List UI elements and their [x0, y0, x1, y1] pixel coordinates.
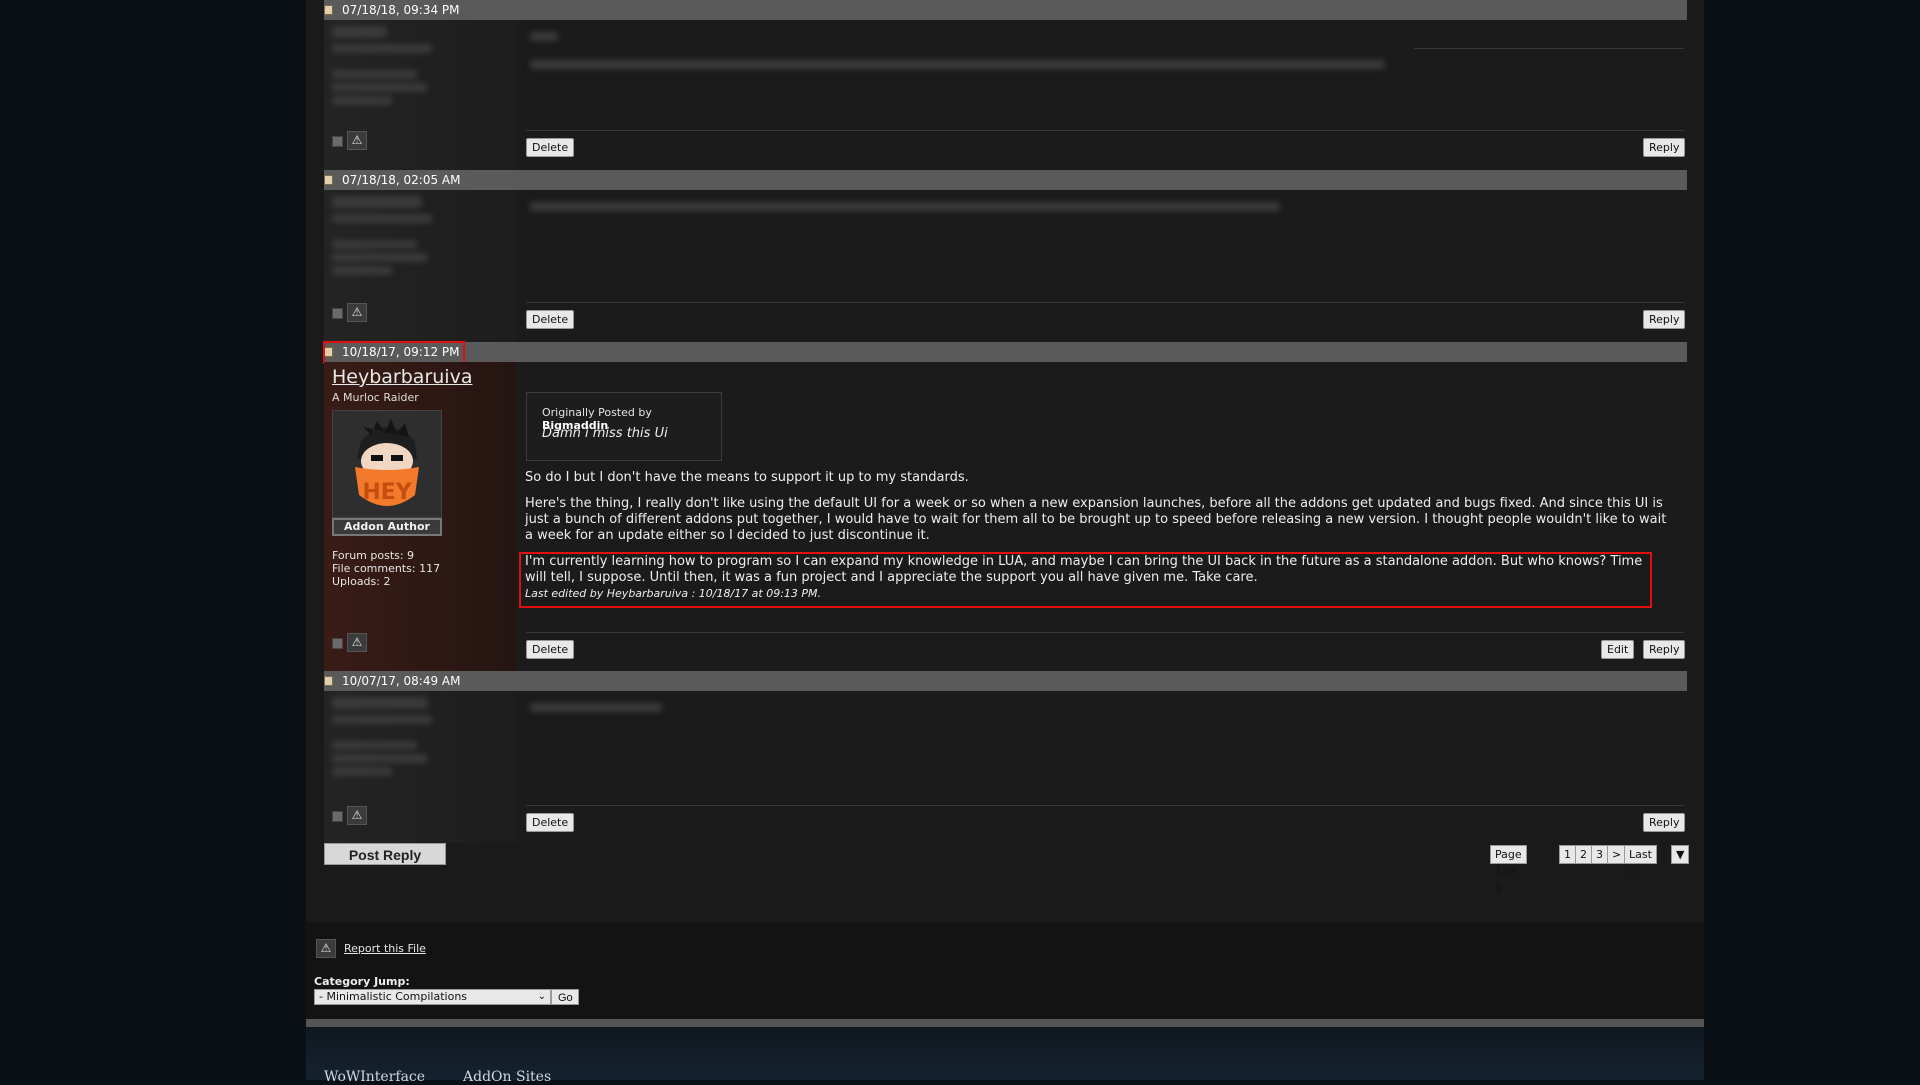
- report-warning-icon[interactable]: ⚠: [316, 939, 336, 958]
- reply-button[interactable]: Reply: [1643, 138, 1686, 157]
- report-warning-icon[interactable]: ⚠: [347, 633, 367, 652]
- page-info: Page 1 of 9: [1490, 845, 1527, 895]
- page-menu-icon[interactable]: ▼: [1671, 845, 1690, 864]
- page-link-2[interactable]: 2: [1575, 845, 1592, 864]
- message-column: Delete Reply: [516, 190, 1687, 342]
- page-container: 07/18/18, 09:34 PM ⚠ Delete Reply 07/18/…: [306, 0, 1704, 1085]
- comment-post: 07/18/18, 09:34 PM ⚠ Delete Reply: [324, 0, 1687, 170]
- chevron-down-icon: ⌄: [537, 991, 546, 1002]
- divider: [1414, 48, 1684, 49]
- delete-button[interactable]: Delete: [526, 640, 575, 659]
- delete-button[interactable]: Delete: [526, 138, 575, 157]
- message-column: Originally Posted by Bigmaddin Damn i mi…: [516, 362, 1687, 671]
- quote-prefix: Originally Posted by: [542, 406, 652, 419]
- comment-post: 10/18/17, 09:12 PM Heybarbaruiva A Murlo…: [323, 341, 1687, 671]
- post-header: 10/18/17, 09:12 PM: [324, 342, 1687, 362]
- select-checkbox[interactable]: [332, 638, 343, 649]
- avatar-image: HEY: [333, 411, 441, 517]
- blurred-stats: [332, 96, 392, 105]
- blurred-user-title: [332, 44, 432, 53]
- page-link-3[interactable]: 3: [1591, 845, 1608, 864]
- quote-text: Damn i miss this Ui: [542, 426, 668, 441]
- blurred-stats: [332, 70, 417, 79]
- blurred-stats: [332, 266, 392, 275]
- category-select[interactable]: - Minimalistic Compilations ⌄: [314, 989, 551, 1005]
- report-warning-icon[interactable]: ⚠: [347, 131, 367, 150]
- page-link-1[interactable]: 1: [1559, 845, 1576, 864]
- user-stats: Forum posts: 9 File comments: 117 Upload…: [332, 549, 440, 588]
- blurred-message: [530, 60, 1385, 69]
- user-title: A Murloc Raider: [332, 391, 419, 404]
- divider: [526, 805, 1684, 806]
- reply-button[interactable]: Reply: [1643, 310, 1686, 329]
- comment-post: 10/07/17, 08:49 AM ⚠ Delete Reply: [324, 671, 1687, 843]
- footer-divider: [306, 1019, 1704, 1027]
- file-comments-count: File comments: 117: [332, 562, 441, 575]
- select-checkbox[interactable]: [332, 308, 343, 319]
- divider: [526, 130, 1684, 131]
- divider: [526, 302, 1684, 303]
- user-info-column: ⚠: [324, 20, 516, 170]
- post-header: 07/18/18, 02:05 AM: [324, 170, 1687, 190]
- message-paragraph: Here's the thing, I really don't like us…: [525, 496, 1667, 543]
- user-info-column: Heybarbaruiva A Murloc Raider HEY Addon …: [324, 362, 516, 671]
- blurred-stats: [332, 767, 392, 776]
- uploads-count: Uploads: 2: [332, 575, 391, 588]
- user-info-column: ⚠: [324, 691, 516, 843]
- post-date: 10/07/17, 08:49 AM: [342, 674, 461, 688]
- message-column: Delete Reply: [516, 691, 1687, 843]
- highlight-box-message: [519, 552, 1652, 608]
- username-link[interactable]: Heybarbaruiva: [332, 366, 472, 388]
- message-column: Delete Reply: [516, 20, 1687, 170]
- divider: [526, 632, 1684, 633]
- blurred-stats: [332, 240, 417, 249]
- select-checkbox[interactable]: [332, 136, 343, 147]
- addon-author-badge: Addon Author: [332, 518, 442, 536]
- post-header: 10/07/17, 08:49 AM: [324, 671, 1687, 691]
- avatar[interactable]: HEY: [332, 410, 442, 518]
- avatar-text: HEY: [362, 480, 412, 505]
- nav-addon-sites[interactable]: AddOn Sites: [463, 1069, 551, 1085]
- go-button[interactable]: Go: [551, 989, 579, 1005]
- last-page-link[interactable]: Last »: [1624, 845, 1657, 878]
- highlight-box-date: [323, 341, 465, 364]
- select-checkbox[interactable]: [332, 811, 343, 822]
- footer-tools: ⚠ Report this File Category Jump: - Mini…: [306, 922, 1704, 1022]
- blurred-stats: [332, 741, 417, 750]
- blurred-username: [332, 697, 428, 709]
- delete-button[interactable]: Delete: [526, 310, 575, 329]
- blurred-username: [332, 26, 387, 38]
- reply-button[interactable]: Reply: [1643, 813, 1686, 832]
- user-info-column: ⚠: [324, 190, 516, 342]
- post-date: 07/18/18, 09:34 PM: [342, 3, 460, 17]
- category-selected: - Minimalistic Compilations: [319, 990, 468, 1003]
- blurred-message: [530, 703, 662, 712]
- edit-button[interactable]: Edit: [1601, 640, 1635, 659]
- post-reply-button[interactable]: Post Reply: [324, 843, 446, 865]
- bottom-nav: WoWInterface AddOn Sites: [306, 1027, 1704, 1085]
- report-warning-icon[interactable]: ⚠: [347, 303, 367, 322]
- reply-button[interactable]: Reply: [1643, 640, 1686, 659]
- blurred-stats: [332, 754, 427, 763]
- report-warning-icon[interactable]: ⚠: [347, 806, 367, 825]
- delete-button[interactable]: Delete: [526, 813, 575, 832]
- blurred-message: [530, 32, 558, 41]
- blurred-user-title: [332, 214, 432, 223]
- nav-wowinterface[interactable]: WoWInterface: [324, 1069, 425, 1085]
- post-header: 07/18/18, 09:34 PM: [324, 0, 1687, 20]
- blurred-username: [332, 196, 422, 208]
- comment-post: 07/18/18, 02:05 AM ⚠ Delete Reply: [324, 170, 1687, 342]
- message-paragraph: So do I but I don't have the means to su…: [525, 470, 969, 485]
- blurred-message: [530, 202, 1280, 211]
- report-file-link[interactable]: Report this File: [344, 942, 426, 955]
- blurred-stats: [332, 253, 427, 262]
- blurred-stats: [332, 83, 427, 92]
- forum-posts-count: Forum posts: 9: [332, 549, 415, 562]
- comments-area: 07/18/18, 09:34 PM ⚠ Delete Reply 07/18/…: [306, 0, 1704, 922]
- quote-block: Originally Posted by Bigmaddin Damn i mi…: [526, 392, 722, 461]
- post-date: 07/18/18, 02:05 AM: [342, 173, 461, 187]
- category-jump-label: Category Jump:: [314, 975, 410, 988]
- blurred-user-title: [332, 715, 432, 724]
